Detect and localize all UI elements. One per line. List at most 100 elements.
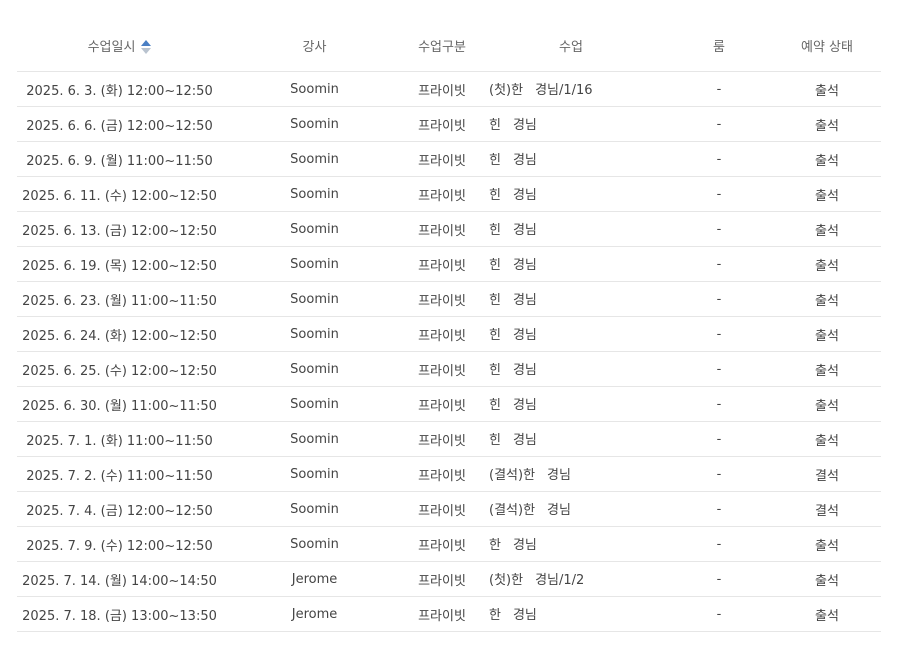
cell-room: - — [665, 561, 773, 597]
column-header-lesson: 수업 — [477, 20, 665, 72]
cell-datetime: 2025. 6. 6. (금) 12:00~12:50 — [17, 106, 222, 142]
cell-lesson: (첫)한 경님/1/2 — [477, 561, 665, 597]
cell-status: 출석 — [773, 421, 881, 457]
cell-lesson: (결석)한 경님 — [477, 491, 665, 527]
cell-datetime: 2025. 6. 23. (월) 11:00~11:50 — [17, 281, 222, 317]
lesson-suffix: 경님 — [512, 118, 537, 134]
name-redaction — [500, 607, 513, 624]
name-redaction — [523, 572, 536, 589]
cell-status: 출석 — [773, 211, 881, 247]
cell-teacher: Soomin — [222, 211, 407, 247]
cell-type: 프라이빗 — [407, 141, 477, 177]
cell-lesson: 힌 경님 — [477, 316, 665, 352]
cell-status: 출석 — [773, 351, 881, 387]
cell-status: 출석 — [773, 281, 881, 317]
table-row: 2025. 7. 1. (화) 11:00~11:50 Soomin 프라이빗 힌 경님… — [17, 421, 881, 457]
lesson-prefix: 힌 — [489, 118, 501, 134]
table-row: 2025. 7. 2. (수) 11:00~11:50 Soomin 프라이빗 (결석… — [17, 456, 881, 492]
cell-datetime: 2025. 6. 19. (목) 12:00~12:50 — [17, 246, 222, 282]
table-row: 2025. 6. 24. (화) 12:00~12:50 Soomin 프라이빗 힌 경… — [17, 316, 881, 352]
cell-teacher: Soomin — [222, 106, 407, 142]
cell-status: 출석 — [773, 316, 881, 352]
name-redaction — [500, 537, 513, 554]
cell-lesson: (결석)한 경님 — [477, 456, 665, 492]
cell-type: 프라이빗 — [407, 456, 477, 492]
lesson-suffix: 경님 — [512, 188, 537, 204]
cell-status: 출석 — [773, 246, 881, 282]
table-row: 2025. 6. 25. (수) 12:00~12:50 Soomin 프라이빗 힌 경… — [17, 351, 881, 387]
cell-status: 출석 — [773, 106, 881, 142]
cell-lesson: 한 경님 — [477, 596, 665, 632]
cell-datetime: 2025. 7. 9. (수) 12:00~12:50 — [17, 526, 222, 562]
lesson-suffix: 경님 — [512, 608, 537, 624]
cell-room: - — [665, 141, 773, 177]
lesson-prefix: 힌 — [489, 328, 501, 344]
cell-lesson: 한 경님 — [477, 526, 665, 562]
cell-datetime: 2025. 7. 18. (금) 13:00~13:50 — [17, 596, 222, 632]
cell-room: - — [665, 106, 773, 142]
cell-status: 출석 — [773, 386, 881, 422]
name-redaction — [500, 362, 513, 379]
cell-room: - — [665, 316, 773, 352]
lesson-suffix: 경님 — [547, 503, 571, 519]
column-header-teacher: 강사 — [222, 20, 407, 72]
lesson-suffix: 경님 — [512, 153, 537, 169]
lesson-suffix: 경님 — [512, 293, 537, 309]
lesson-suffix: 경님 — [512, 328, 537, 344]
cell-room: - — [665, 421, 773, 457]
cell-room: - — [665, 596, 773, 632]
lesson-suffix: 경님 — [512, 223, 537, 239]
cell-lesson: 힌 경님 — [477, 106, 665, 142]
lesson-suffix: 경님/1/16 — [535, 83, 593, 99]
cell-type: 프라이빗 — [407, 71, 477, 107]
reservation-history: 수업일시 강사 수업구분 수업 룸 예약 상태 2025. 6. 3. (화) … — [0, 0, 897, 664]
cell-type: 프라이빗 — [407, 596, 477, 632]
cell-teacher: Soomin — [222, 176, 407, 212]
cell-teacher: Soomin — [222, 351, 407, 387]
cell-status: 결석 — [773, 491, 881, 527]
cell-lesson: 힌 경님 — [477, 246, 665, 282]
cell-lesson: 힌 경님 — [477, 211, 665, 247]
sort-icon[interactable] — [141, 39, 152, 55]
column-header-datetime[interactable]: 수업일시 — [17, 20, 222, 72]
cell-room: - — [665, 491, 773, 527]
lesson-suffix: 경님 — [512, 538, 537, 554]
cell-teacher: Soomin — [222, 141, 407, 177]
cell-status: 출석 — [773, 526, 881, 562]
cell-type: 프라이빗 — [407, 211, 477, 247]
cell-datetime: 2025. 7. 2. (수) 11:00~11:50 — [17, 456, 222, 492]
cell-teacher: Soomin — [222, 71, 407, 107]
name-redaction — [523, 82, 536, 99]
name-redaction — [500, 432, 513, 449]
cell-teacher: Jerome — [222, 596, 407, 632]
name-redaction — [535, 502, 548, 519]
lesson-prefix: 힌 — [489, 223, 501, 239]
table-row: 2025. 7. 14. (월) 14:00~14:50 Jerome 프라이빗 (첫… — [17, 561, 881, 597]
table-row: 2025. 6. 30. (월) 11:00~11:50 Soomin 프라이빗 힌 경… — [17, 386, 881, 422]
lesson-suffix: 경님 — [512, 258, 537, 274]
cell-room: - — [665, 71, 773, 107]
cell-status: 결석 — [773, 456, 881, 492]
name-redaction — [500, 257, 513, 274]
cell-lesson: 힌 경님 — [477, 421, 665, 457]
cell-type: 프라이빗 — [407, 491, 477, 527]
cell-lesson: (첫)한 경님/1/16 — [477, 71, 665, 107]
lesson-prefix: 힌 — [489, 188, 501, 204]
lesson-prefix: 힌 — [489, 258, 501, 274]
cell-room: - — [665, 526, 773, 562]
cell-type: 프라이빗 — [407, 246, 477, 282]
cell-lesson: 힌 경님 — [477, 176, 665, 212]
column-header-type: 수업구분 — [407, 20, 477, 72]
lesson-suffix: 경님 — [512, 398, 537, 414]
table-row: 2025. 7. 9. (수) 12:00~12:50 Soomin 프라이빗 한 경님… — [17, 526, 881, 562]
name-redaction — [500, 327, 513, 344]
lesson-suffix: 경님/1/2 — [535, 573, 585, 589]
lesson-prefix: 힌 — [489, 398, 501, 414]
lesson-prefix: (결석)한 — [489, 503, 536, 519]
cell-datetime: 2025. 7. 4. (금) 12:00~12:50 — [17, 491, 222, 527]
cell-teacher: Soomin — [222, 386, 407, 422]
lesson-prefix: 한 — [489, 608, 501, 624]
name-redaction — [500, 292, 513, 309]
cell-room: - — [665, 456, 773, 492]
cell-lesson: 힌 경님 — [477, 141, 665, 177]
